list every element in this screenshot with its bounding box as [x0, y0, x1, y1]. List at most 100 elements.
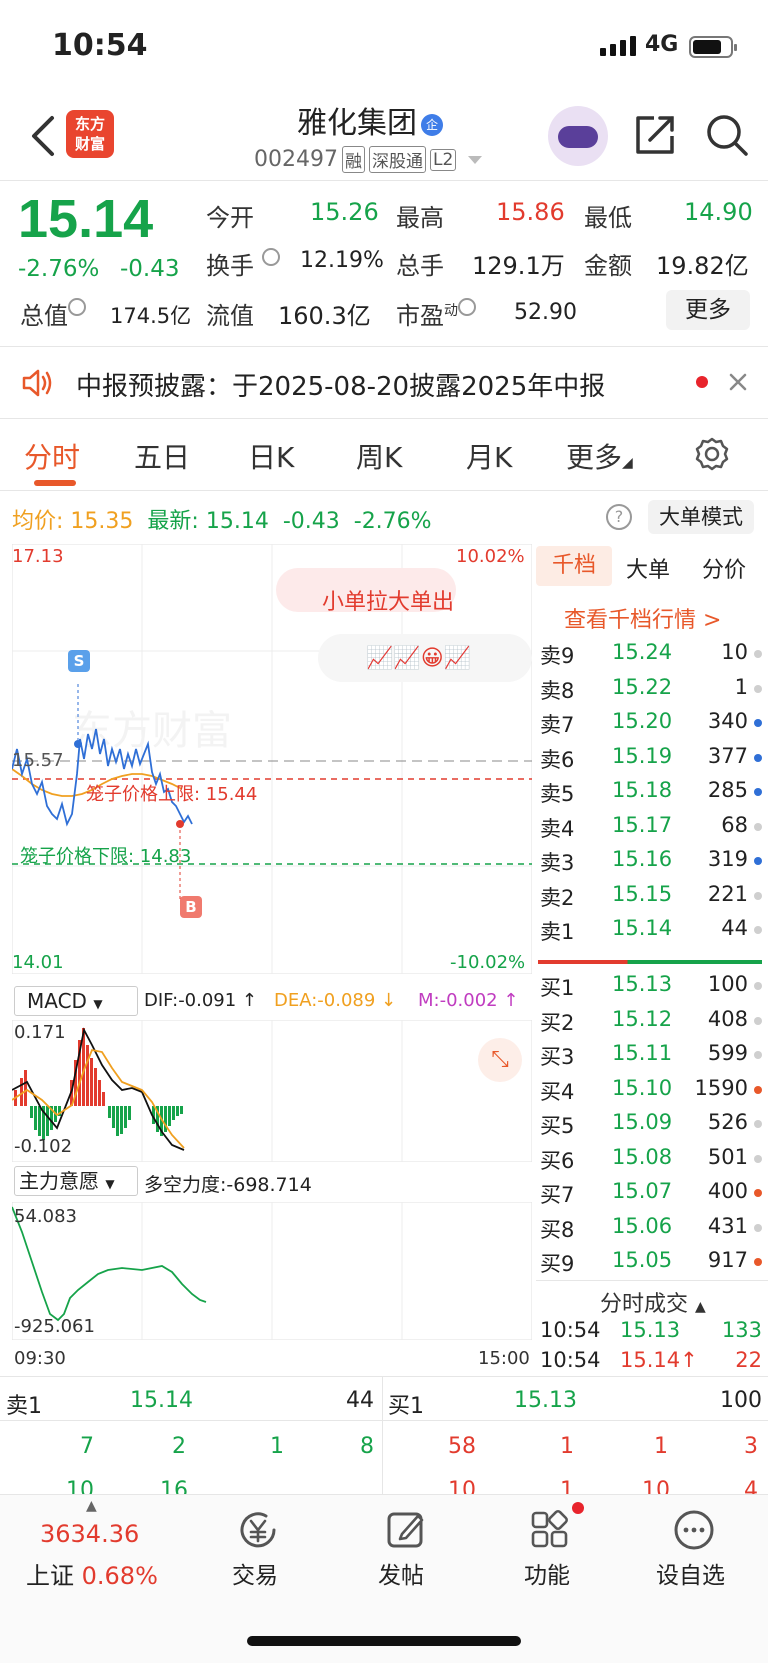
- tab-big-orders[interactable]: 大单: [626, 552, 670, 584]
- level-label: 买6: [540, 1148, 575, 1173]
- stock-code-row[interactable]: 002497 融 深股通 L2: [254, 146, 483, 173]
- promo-text[interactable]: 小单拉大单出: [322, 584, 454, 616]
- level-price: 15.17: [612, 812, 673, 837]
- more-quote-button[interactable]: 更多: [666, 290, 750, 330]
- macd-dea: DEA:-0.089 ↓: [274, 990, 397, 1011]
- index-value[interactable]: 3634.36: [40, 1520, 139, 1548]
- functions-icon[interactable]: [528, 1508, 572, 1552]
- level-dot: [754, 753, 762, 762]
- tab-price-split[interactable]: 分价: [702, 552, 746, 584]
- divider: [0, 180, 768, 181]
- level-price: 15.16: [612, 847, 673, 871]
- turnover-label[interactable]: 换手: [206, 246, 280, 281]
- depth-buy-cell: 3: [744, 1434, 758, 1459]
- macd-top: 0.171: [14, 1022, 66, 1043]
- ticks-title[interactable]: 分时成交 ▲: [600, 1286, 706, 1318]
- level-price: 15.18: [612, 778, 673, 802]
- notice-banner[interactable]: 中报预披露：于2025-08-20披露2025年中报: [0, 348, 768, 418]
- bid-row: 买5 15.09 526: [540, 1110, 762, 1144]
- depth-buy-price: 15.13: [514, 1388, 577, 1413]
- trend-flags: 📈📈😀📈: [366, 646, 472, 671]
- pe-label[interactable]: 市盈动: [396, 296, 476, 331]
- ask-row: 卖3 15.16 319: [540, 847, 762, 881]
- settings-gear-icon[interactable]: [694, 436, 730, 472]
- level-label: 卖7: [540, 713, 575, 737]
- level-price: 15.06: [612, 1213, 673, 1238]
- level-qty: 319: [707, 847, 748, 871]
- level-qty: 526: [707, 1110, 748, 1134]
- sell-point-marker[interactable]: S: [68, 650, 90, 672]
- level-price: 15.08: [612, 1144, 673, 1169]
- level-label: 卖9: [540, 644, 575, 668]
- tab-daily-k[interactable]: 日K: [248, 436, 294, 476]
- divider: [0, 490, 768, 491]
- level-label: 买9: [540, 1252, 575, 1276]
- lower-limit-label: 笼子价格下限: 14.83: [20, 846, 192, 867]
- nav-post[interactable]: 发帖: [378, 1556, 424, 1590]
- share-icon[interactable]: [632, 112, 678, 158]
- flow-selector[interactable]: 主力意愿 ▼: [14, 1166, 138, 1196]
- level-dot: [754, 982, 762, 990]
- chart-bottom-price: 14.01: [12, 952, 64, 973]
- stock-name: 雅化集团企: [200, 98, 540, 142]
- assistant-avatar-icon[interactable]: [548, 106, 608, 166]
- macd-chart[interactable]: [12, 1020, 532, 1162]
- active-tab-indicator: [34, 480, 76, 486]
- ask-row: 卖9 15.24 10: [540, 640, 762, 674]
- view-thousand-levels-link[interactable]: 查看千档行情 >: [564, 602, 721, 634]
- trade-icon[interactable]: [236, 1508, 280, 1552]
- level-dot: [754, 1085, 762, 1094]
- nav-functions[interactable]: 功能: [524, 1556, 570, 1590]
- level-qty: 377: [707, 743, 748, 768]
- bid-row: 买9 15.05 917: [540, 1248, 762, 1282]
- level-label: 买1: [540, 976, 575, 1000]
- depth-sell-cell: 8: [360, 1434, 374, 1459]
- help-icon[interactable]: ?: [606, 504, 632, 530]
- buy-point-marker[interactable]: B: [180, 896, 202, 918]
- more-dots-icon[interactable]: [672, 1508, 716, 1552]
- depth-sell-cell: 2: [172, 1434, 186, 1459]
- amount-label: 金额: [584, 252, 632, 280]
- tag-level2: L2: [429, 148, 457, 171]
- tab-monthly-k[interactable]: 月K: [466, 436, 512, 476]
- back-icon[interactable]: [24, 112, 60, 160]
- divider: [536, 1280, 768, 1281]
- tab-intraday[interactable]: 分时: [24, 436, 80, 476]
- flow-top: 54.083: [14, 1206, 77, 1227]
- float-value: 160.3亿: [278, 302, 371, 330]
- dropdown-icon[interactable]: [468, 155, 483, 164]
- home-indicator: [247, 1636, 521, 1646]
- level-dot: [754, 857, 762, 865]
- level-dot: [754, 822, 762, 831]
- close-icon[interactable]: [728, 372, 748, 392]
- tab-thousand-levels[interactable]: 千档: [536, 546, 612, 586]
- tab-weekly-k[interactable]: 周K: [356, 436, 402, 476]
- nav-trade[interactable]: 交易: [232, 1556, 278, 1590]
- level-label: 买8: [540, 1217, 575, 1242]
- pe-value: 52.90: [514, 300, 577, 325]
- turnover-value: 12.19%: [300, 248, 384, 273]
- index-ticker[interactable]: 上证 0.68%: [26, 1556, 158, 1591]
- divider: [0, 418, 768, 419]
- nav-add-watchlist[interactable]: 设自选: [656, 1556, 725, 1590]
- expand-icon[interactable]: ⤡: [478, 1038, 522, 1082]
- amount-value: 19.82亿: [656, 252, 749, 280]
- level-price: 15.24: [612, 640, 673, 664]
- divider: [0, 1376, 768, 1377]
- signal-icon: [600, 36, 636, 56]
- post-icon[interactable]: [384, 1508, 428, 1552]
- macd-selector[interactable]: MACD ▼: [14, 986, 138, 1016]
- level-qty: 285: [707, 778, 748, 802]
- mcap-label[interactable]: 总值: [20, 296, 86, 331]
- upper-limit-label: 笼子价格上限: 15.44: [86, 784, 258, 805]
- time-end: 15:00: [478, 1348, 530, 1369]
- info-icon: [68, 298, 86, 316]
- search-icon[interactable]: [704, 112, 750, 158]
- tab-more[interactable]: 更多◢: [566, 436, 633, 476]
- big-order-mode-button[interactable]: 大单模式: [648, 500, 754, 534]
- chart-info-line: 均价: 15.35 最新: 15.14 -0.43 -2.76%: [12, 509, 432, 534]
- tab-five-day[interactable]: 五日: [134, 436, 190, 476]
- volume-value: 129.1万: [472, 252, 565, 280]
- depth-buy-label: 买1: [388, 1394, 424, 1419]
- macd-m: M:-0.002 ↑: [418, 990, 519, 1011]
